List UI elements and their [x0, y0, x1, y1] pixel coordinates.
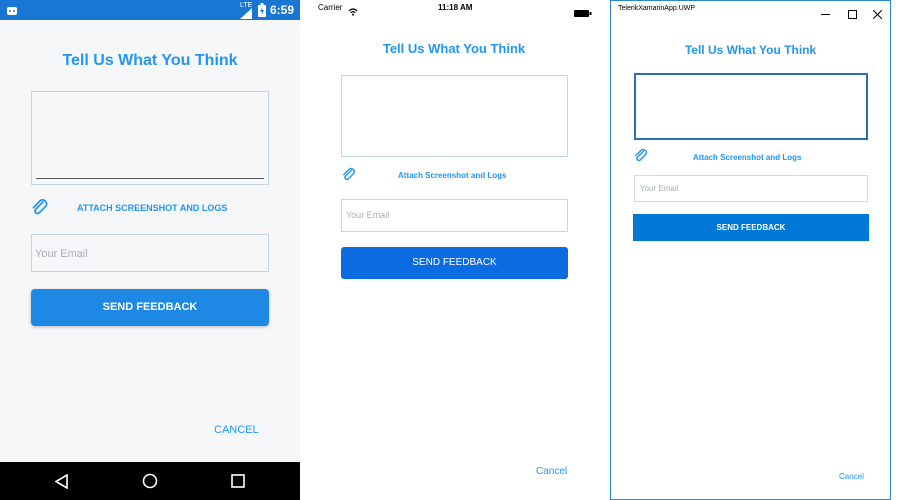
feedback-textarea[interactable]: [31, 91, 269, 185]
app-notification-icon: [6, 4, 18, 16]
email-placeholder: Your Email: [640, 184, 679, 193]
send-feedback-button[interactable]: SEND FEEDBACK: [633, 214, 869, 241]
attach-screenshot-link[interactable]: Attach Screenshot and Logs: [398, 171, 506, 180]
email-field[interactable]: Your Email: [634, 175, 868, 202]
minimize-icon[interactable]: [821, 6, 830, 24]
cancel-button[interactable]: Cancel: [536, 466, 567, 477]
ios-status-time: 11:18 AM: [438, 3, 473, 12]
send-feedback-label: SEND FEEDBACK: [102, 301, 198, 313]
uwp-window: TelerikXamarinApp.UWP Tell Us What You T…: [610, 0, 891, 500]
page-title: Tell Us What You Think: [382, 41, 526, 56]
carrier-label: Carrier: [318, 3, 343, 12]
paperclip-icon[interactable]: [633, 148, 649, 169]
maximize-icon[interactable]: [848, 6, 857, 24]
status-time: 6:59: [270, 3, 295, 17]
email-placeholder: Your Email: [346, 210, 390, 220]
feedback-textarea[interactable]: [341, 75, 568, 157]
battery-icon: [258, 3, 266, 22]
signal-icon: [240, 6, 252, 24]
ios-screen: Carrier 11:18 AM Tell Us What You Think …: [300, 0, 608, 500]
send-feedback-label: SEND FEEDBACK: [412, 257, 497, 268]
page-title: Tell Us What You Think: [684, 43, 817, 57]
feedback-textarea[interactable]: [634, 73, 868, 140]
cancel-button[interactable]: CANCEL: [214, 424, 259, 436]
wifi-icon: [348, 3, 358, 21]
right-margin: [891, 0, 900, 500]
attach-screenshot-link[interactable]: Attach Screenshot and Logs: [693, 153, 801, 162]
home-icon[interactable]: [142, 473, 158, 494]
attach-screenshot-link[interactable]: ATTACH SCREENSHOT AND LOGS: [77, 203, 227, 213]
window-title: TelerikXamarinApp.UWP: [618, 5, 696, 12]
send-feedback-button[interactable]: SEND FEEDBACK: [341, 247, 568, 279]
email-placeholder: Your Email: [35, 248, 88, 260]
send-feedback-button[interactable]: SEND FEEDBACK: [31, 289, 269, 326]
email-field[interactable]: Your Email: [341, 199, 568, 232]
close-icon[interactable]: [872, 6, 883, 24]
android-status-bar: LTE 6:59: [0, 0, 300, 20]
paperclip-icon[interactable]: [30, 198, 50, 223]
ios-battery-icon: [574, 4, 592, 22]
android-screen: LTE 6:59 Tell Us What You Think ATTACH S…: [0, 0, 300, 500]
textarea-underline: [36, 178, 264, 179]
cancel-button[interactable]: Cancel: [839, 472, 864, 481]
android-nav-bar: [0, 462, 300, 500]
email-field[interactable]: Your Email: [31, 234, 269, 272]
page-title: Tell Us What You Think: [62, 52, 238, 69]
recents-icon[interactable]: [231, 474, 245, 493]
send-feedback-label: SEND FEEDBACK: [716, 223, 786, 232]
back-icon[interactable]: [54, 473, 69, 494]
paperclip-icon[interactable]: [341, 167, 357, 188]
